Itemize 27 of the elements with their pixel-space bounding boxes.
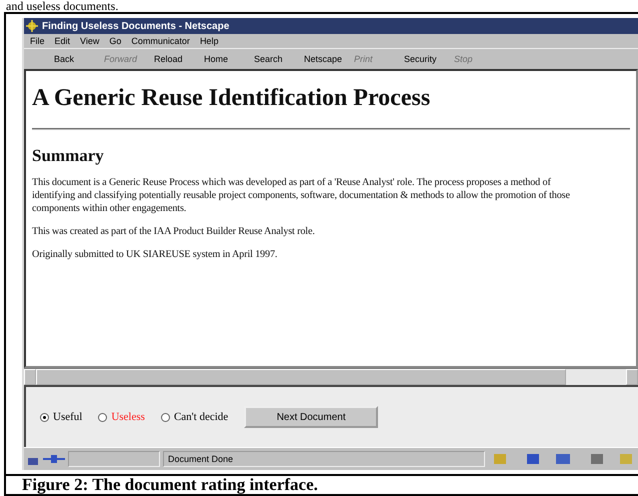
paragraph: Originally submitted to UK SIAREUSE system in April 1997. — [32, 248, 278, 261]
toolbar-button[interactable]: Search — [254, 54, 304, 64]
paragraph: This document is a Generic Reuse Process which was developed as part of a 'Reuse Analyst' role. The process proposes a method of identifying and classifying potentially reusable project components, software, documentation & methods to allow the promotion of those components within other engagements. — [32, 176, 571, 215]
window-title: Finding Useless Documents - Netscape — [42, 20, 230, 32]
menu-item[interactable]: View — [80, 36, 100, 46]
toolbar-button[interactable]: Reload — [154, 54, 204, 64]
compass-icon — [26, 20, 38, 32]
plug-icon — [43, 453, 65, 465]
section-heading: Summary — [32, 146, 105, 166]
menu-item[interactable]: Help — [200, 36, 218, 46]
figure-caption: Figure 2: The document rating interface. — [6, 474, 638, 494]
page-heading: A Generic Reuse Identification Process — [32, 85, 432, 112]
toolbar-button[interactable]: Security — [404, 54, 454, 64]
menu-item[interactable]: File — [30, 36, 45, 46]
toolbar-button[interactable]: Home — [204, 54, 254, 64]
paragraph: This was created as part of the IAA Product Builder Reuse Analyst role. — [32, 225, 316, 238]
lead-text: and useless documents. — [6, 0, 118, 12]
menu-item[interactable]: Edit — [54, 36, 70, 46]
toolbar-button[interactable]: Back — [54, 54, 104, 64]
next-document-button[interactable]: Next Document — [244, 406, 378, 428]
menu-item[interactable]: Go — [109, 36, 122, 46]
menu-item[interactable]: Communicator — [131, 36, 190, 46]
radio-option[interactable]: Can't decide — [160, 411, 228, 423]
radio-option[interactable]: Useful — [40, 411, 82, 423]
status-text: Document Done — [163, 451, 485, 467]
horizontal-scrollbar[interactable] — [24, 368, 638, 385]
toolbar-button[interactable]: Netscape — [304, 54, 354, 64]
